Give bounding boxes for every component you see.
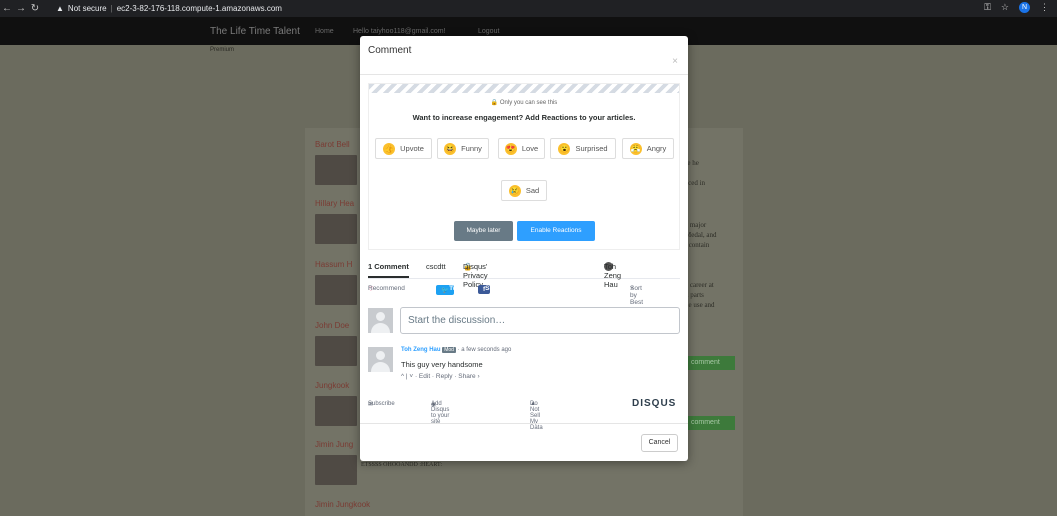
list-item: Jungkook: [315, 381, 357, 426]
person-photo: [315, 396, 357, 426]
reaction-surprised[interactable]: 😮 Surprised: [550, 138, 616, 159]
tab-comments[interactable]: 1 Comment: [368, 262, 409, 278]
close-icon[interactable]: ×: [672, 56, 678, 67]
person-name[interactable]: John Doe: [315, 321, 357, 330]
upvote-icon: 👍: [383, 142, 396, 155]
star-icon[interactable]: ☆: [1001, 2, 1009, 13]
reload-icon[interactable]: ↻: [28, 3, 42, 14]
post-body: ETSSSS OHOOANDD :HEART:: [361, 462, 443, 468]
browser-toolbar: ← → ↻ ▲ Not secure | ec2-3-82-176-118.comp…: [0, 0, 1057, 17]
person-name[interactable]: Hillary Hea: [315, 199, 357, 208]
premium-label: Premium: [210, 47, 235, 53]
bio-snippet: e major Medal, and l contain: [685, 221, 717, 249]
avatar: [368, 347, 393, 372]
modal-title: Comment: [368, 45, 412, 56]
sad-icon: 😢: [508, 184, 521, 197]
person-photo: [315, 214, 357, 244]
person-photo: [315, 275, 357, 305]
list-item: Hillary Hea: [315, 199, 357, 244]
person-name[interactable]: Jimin Jungkook: [315, 500, 370, 509]
nav-logout[interactable]: Logout: [478, 28, 499, 35]
discussion-input[interactable]: Start the discussion…: [400, 307, 680, 334]
share-button[interactable]: f Share: [478, 285, 503, 294]
user-menu[interactable]: Toh Zeng Hau ˅: [604, 262, 621, 289]
reactions-promo: 🔒 Only you can see this Want to increase…: [368, 83, 680, 250]
url-text: ec2-3-82-176-118.compute-1.amazonaws.com: [116, 4, 282, 13]
warning-icon[interactable]: ▲: [56, 4, 64, 13]
site-brand[interactable]: The Life Time Talent: [210, 26, 300, 37]
mod-badge: Mod: [442, 347, 456, 353]
list-item: Jimin Jungkook: [315, 500, 370, 509]
comment-body: This guy very handsome: [401, 360, 483, 369]
person-photo: [315, 455, 357, 485]
divider: [360, 74, 688, 75]
disqus-footer: ✉ Subscribe ◉ Add Disqus to your site ▲ …: [368, 398, 677, 431]
comment-button[interactable]: comment: [687, 416, 735, 430]
person-name[interactable]: Jungkook: [315, 381, 357, 390]
reaction-sad[interactable]: 😢 Sad: [501, 180, 547, 201]
funny-icon: 😆: [444, 142, 457, 155]
nav-user[interactable]: Hello taiyhoo118@gmail.com!: [353, 28, 446, 35]
maybe-later-button[interactable]: Maybe later: [454, 221, 513, 241]
comment-actions[interactable]: ^ | ˅ · Edit · Reply · Share ›: [401, 373, 480, 380]
promo-text: Want to increase engagement? Add Reactio…: [412, 113, 636, 122]
discussion-tabs: 1 Comment cscdtt 🔒 Disqus' Privacy Policy…: [368, 262, 680, 289]
reaction-funny[interactable]: 😆 Funny: [437, 138, 489, 159]
person-name[interactable]: Barot Bell: [315, 140, 357, 149]
love-icon: 😍: [504, 142, 517, 155]
avatar: [368, 308, 393, 333]
address-bar[interactable]: Not secure | ec2-3-82-176-118.compute-1.am…: [68, 4, 282, 13]
sort-dropdown[interactable]: Sort by Best ˅: [630, 285, 643, 306]
bio-snippet: re hesaced in: [685, 159, 706, 187]
surprised-icon: 😮: [558, 142, 571, 155]
reaction-upvote[interactable]: 👍 Upvote: [375, 138, 432, 159]
comment-meta: Toh Zeng Hau Mod · a few seconds ago: [401, 347, 511, 353]
visibility-note: 🔒 Only you can see this: [490, 100, 558, 106]
tweet-button[interactable]: 🐦 Tweet: [436, 285, 467, 295]
person-name[interactable]: Jimin Jung: [315, 440, 357, 449]
comment-modal: Comment × 🔒 Only you can see this Want t…: [360, 36, 688, 461]
key-icon[interactable]: ⚿: [984, 2, 991, 13]
comment-author[interactable]: Toh Zeng Hau: [401, 347, 441, 353]
menu-icon[interactable]: ⋮: [1040, 2, 1049, 13]
stripe-banner: [369, 84, 679, 93]
angry-icon: 😤: [629, 142, 642, 155]
forward-icon[interactable]: →: [14, 3, 28, 14]
list-item: Barot Bell: [315, 140, 357, 185]
bio-snippet: e career at d parts he use and: [685, 281, 715, 309]
discussion-actions: ♡ Recommend 🐦 Tweet f Share Sort by Best…: [368, 285, 644, 306]
comment-button[interactable]: comment: [687, 356, 735, 370]
reaction-angry[interactable]: 😤 Angry: [622, 138, 674, 159]
tab-site[interactable]: cscdtt: [426, 262, 446, 271]
disqus-logo[interactable]: DISQUS: [632, 398, 676, 409]
list-item: Hassum H: [315, 260, 357, 305]
person-photo: [315, 155, 357, 185]
list-item: John Doe: [315, 321, 357, 366]
cancel-button[interactable]: Cancel: [641, 434, 678, 452]
enable-reactions-button[interactable]: Enable Reactions: [517, 221, 595, 241]
profile-avatar[interactable]: N: [1019, 2, 1030, 13]
comment-time[interactable]: · a few seconds ago: [458, 347, 512, 353]
reaction-love[interactable]: 😍 Love: [498, 138, 545, 159]
security-label: Not secure: [67, 4, 107, 13]
back-icon[interactable]: ←: [0, 3, 14, 14]
nav-home[interactable]: Home: [315, 28, 334, 35]
divider: [360, 423, 688, 424]
list-item: Jimin Jung: [315, 440, 357, 485]
person-name[interactable]: Hassum H: [315, 260, 357, 269]
person-photo: [315, 336, 357, 366]
